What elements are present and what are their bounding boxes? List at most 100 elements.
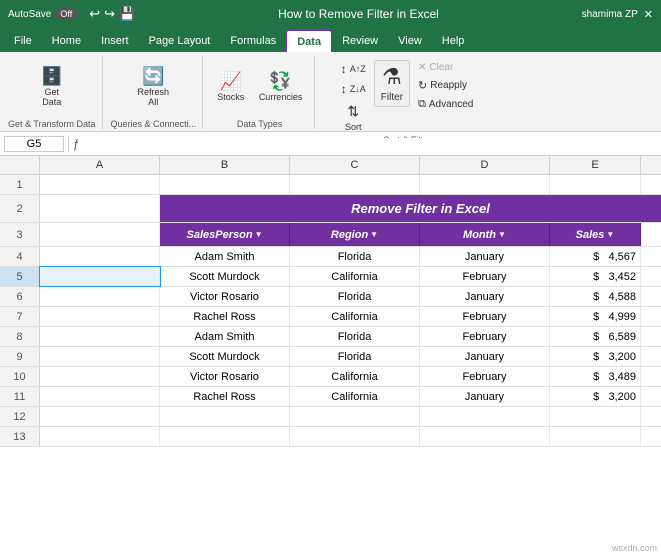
cell-b1[interactable] (40, 175, 160, 194)
cell-month-10[interactable]: February (420, 367, 550, 386)
cell-sales-9[interactable]: $ 3,200 (550, 347, 641, 366)
col-header-c[interactable]: C (290, 156, 420, 174)
cell-region-11[interactable]: California (290, 387, 420, 406)
tab-view[interactable]: View (388, 30, 432, 52)
reapply-button[interactable]: ↻ Reapply (414, 77, 477, 94)
cell-e12[interactable] (420, 407, 550, 426)
cell-month-7[interactable]: February (420, 307, 550, 326)
advanced-button[interactable]: ⧉ Advanced (414, 96, 477, 113)
cell-f12[interactable] (550, 407, 641, 426)
cell-d13[interactable] (290, 427, 420, 446)
tab-review[interactable]: Review (332, 30, 388, 52)
sort-az-button[interactable]: ↕ A↑Z (337, 60, 370, 78)
cell-b10[interactable] (40, 367, 160, 386)
cell-salesperson-8[interactable]: Adam Smith (160, 327, 290, 346)
cell-salesperson-9[interactable]: Scott Murdock (160, 347, 290, 366)
cell-f1[interactable] (550, 175, 641, 194)
cell-region-10[interactable]: California (290, 367, 420, 386)
col-header-a[interactable]: A (40, 156, 160, 174)
refresh-icon: 🔄 (142, 67, 164, 85)
filter-arrow-salesperson[interactable]: ▼ (255, 230, 263, 239)
clear-button[interactable]: ✕ Clear (414, 60, 477, 75)
tab-home[interactable]: Home (42, 30, 91, 52)
cell-salesperson-6[interactable]: Victor Rosario (160, 287, 290, 306)
cell-region-9[interactable]: Florida (290, 347, 420, 366)
cell-c12[interactable] (160, 407, 290, 426)
redo-icon[interactable]: ↪ (104, 6, 115, 22)
cell-e1[interactable] (420, 175, 550, 194)
currencies-button[interactable]: 💱 Currencies (255, 70, 307, 104)
cell-d12[interactable] (290, 407, 420, 426)
cell-month-5[interactable]: February (420, 267, 550, 286)
cell-region-8[interactable]: Florida (290, 327, 420, 346)
cell-reference[interactable] (4, 136, 64, 152)
cell-region-4[interactable]: Florida (290, 247, 420, 266)
cell-b7[interactable] (40, 307, 160, 326)
sort-az-icon: ↕ (341, 62, 347, 76)
cell-salesperson-7[interactable]: Rachel Ross (160, 307, 290, 326)
cell-e13[interactable] (420, 427, 550, 446)
autosave-badge[interactable]: Off (55, 8, 77, 20)
cell-salesperson-4[interactable]: Adam Smith (160, 247, 290, 266)
cell-b5[interactable] (40, 267, 160, 286)
cell-sales-11[interactable]: $ 3,200 (550, 387, 641, 406)
sort-za-button[interactable]: ↕ Z↓A (337, 80, 370, 98)
cell-month-11[interactable]: January (420, 387, 550, 406)
cell-month-4[interactable]: January (420, 247, 550, 266)
get-data-button[interactable]: 🗄️ Get Data (34, 65, 70, 109)
formula-input[interactable] (84, 138, 657, 150)
tab-help[interactable]: Help (432, 30, 475, 52)
tab-formulas[interactable]: Formulas (220, 30, 286, 52)
function-icon[interactable]: ƒ (73, 137, 80, 151)
cell-b13[interactable] (40, 427, 160, 446)
col-header-e[interactable]: E (550, 156, 641, 174)
col-header-d[interactable]: D (420, 156, 550, 174)
cell-region-6[interactable]: Florida (290, 287, 420, 306)
cell-month-8[interactable]: February (420, 327, 550, 346)
cell-c13[interactable] (160, 427, 290, 446)
cell-sales-8[interactable]: $ 6,589 (550, 327, 641, 346)
cell-b12[interactable] (40, 407, 160, 426)
cell-b2[interactable] (40, 195, 160, 222)
cell-c1[interactable] (160, 175, 290, 194)
title-bar-left: AutoSave Off ↩ ↪ 💾 (8, 6, 135, 22)
table-row: 5 Scott Murdock California February $ 3,… (0, 267, 661, 287)
tab-file[interactable]: File (4, 30, 42, 52)
stocks-button[interactable]: 📈 Stocks (213, 70, 249, 104)
filter-button[interactable]: ⚗ Filter (374, 60, 410, 107)
cell-month-6[interactable]: January (420, 287, 550, 306)
cell-salesperson-5[interactable]: Scott Murdock (160, 267, 290, 286)
cell-b11[interactable] (40, 387, 160, 406)
ribbon-group-content: 🗄️ Get Data (34, 56, 70, 117)
filter-arrow-sales[interactable]: ▼ (606, 230, 614, 239)
filter-arrow-month[interactable]: ▼ (498, 230, 506, 239)
close-icon[interactable]: ✕ (644, 8, 653, 21)
refresh-all-button[interactable]: 🔄 Refresh All (134, 65, 174, 109)
cell-salesperson-10[interactable]: Victor Rosario (160, 367, 290, 386)
cell-d1[interactable] (290, 175, 420, 194)
sort-button[interactable]: ⇅ Sort (337, 102, 370, 133)
cell-b6[interactable] (40, 287, 160, 306)
cell-region-7[interactable]: California (290, 307, 420, 326)
undo-icon[interactable]: ↩ (89, 6, 100, 22)
save-icon[interactable]: 💾 (119, 6, 135, 22)
cell-sales-5[interactable]: $ 3,452 (550, 267, 641, 286)
cell-sales-10[interactable]: $ 3,489 (550, 367, 641, 386)
cell-b3[interactable] (40, 223, 160, 246)
tab-insert[interactable]: Insert (91, 30, 139, 52)
cell-month-9[interactable]: January (420, 347, 550, 366)
cell-sales-6[interactable]: $ 4,588 (550, 287, 641, 306)
filter-arrow-region[interactable]: ▼ (370, 230, 378, 239)
cell-b8[interactable] (40, 327, 160, 346)
cell-sales-7[interactable]: $ 4,999 (550, 307, 641, 326)
cell-b4[interactable] (40, 247, 160, 266)
col-header-b[interactable]: B (160, 156, 290, 174)
corner-cell (0, 156, 40, 174)
cell-f13[interactable] (550, 427, 641, 446)
tab-data[interactable]: Data (286, 30, 332, 52)
cell-region-5[interactable]: California (290, 267, 420, 286)
tab-page-layout[interactable]: Page Layout (139, 30, 221, 52)
cell-sales-4[interactable]: $ 4,567 (550, 247, 641, 266)
cell-b9[interactable] (40, 347, 160, 366)
cell-salesperson-11[interactable]: Rachel Ross (160, 387, 290, 406)
